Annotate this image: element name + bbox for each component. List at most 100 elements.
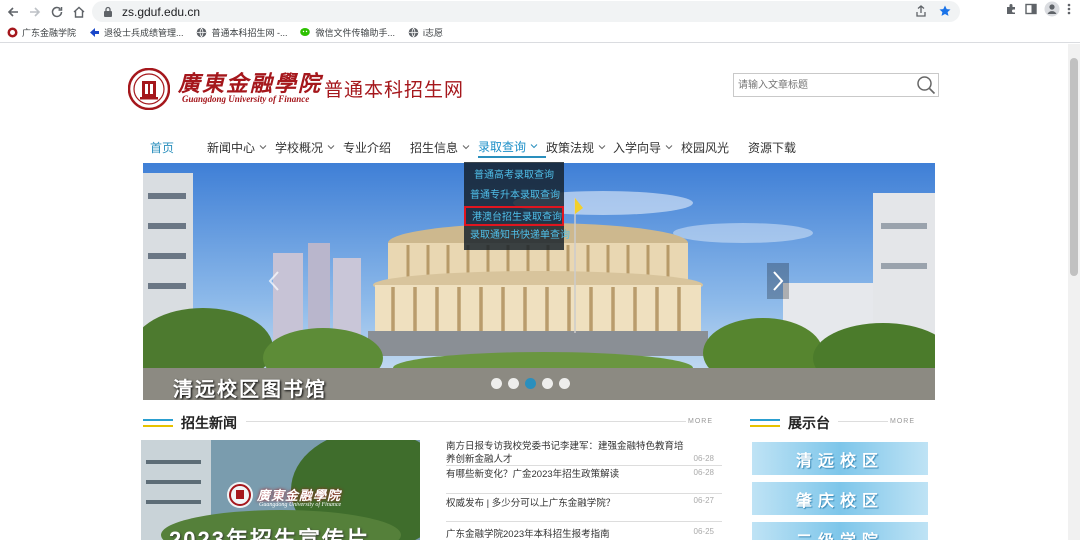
showcase-section-header: 展示台	[750, 413, 830, 433]
nav-majors[interactable]: 专业介绍	[343, 136, 410, 158]
dropdown-item-hmt-query[interactable]: 港澳台招生录取查询	[464, 206, 564, 226]
share-icon[interactable]	[914, 4, 928, 23]
news-section-header: 招生新闻	[143, 413, 237, 433]
chevron-down-icon	[530, 144, 538, 149]
news-date: 06-25	[693, 527, 714, 536]
dropdown-item-upgrade-query[interactable]: 普通专升本录取查询	[464, 186, 564, 206]
showcase-section-title: 展示台	[788, 415, 830, 431]
bookmark-item[interactable]: 广东金融学院	[6, 26, 76, 39]
nav-label: 新闻中心	[207, 140, 256, 155]
carousel-dot-active[interactable]	[525, 378, 536, 389]
chevron-left-icon	[268, 271, 279, 291]
profile-avatar-icon[interactable]	[1044, 1, 1060, 22]
news-image-caption: 2023年招生宣传片	[169, 527, 370, 540]
forward-icon[interactable]	[24, 1, 46, 23]
bookmarks-bar: 广东金融学院 退役士兵成绩管理... 普通本科招生网 -... 微信文件传输助手…	[0, 23, 1080, 43]
nav-label: 资源下载	[748, 140, 797, 155]
news-date: 06-28	[693, 468, 714, 477]
bookmark-item[interactable]: 退役士兵成绩管理...	[88, 26, 184, 39]
dropdown-item-notice-tracking[interactable]: 录取通知书快递单查询	[464, 226, 570, 246]
news-date: 06-28	[693, 454, 714, 463]
carousel-prev-button[interactable]	[263, 263, 285, 299]
news-title: 广东金融学院2023年本科招生报考指南	[446, 529, 610, 540]
news-item[interactable]: 有哪些新变化？广金2023年招生政策解读 06-28	[446, 466, 722, 494]
nav-enrollment-guide[interactable]: 入学向导	[613, 136, 681, 158]
search-input[interactable]	[734, 74, 904, 96]
university-logo-en: Guangdong University of Finance	[182, 94, 310, 104]
news-image-logo-en: Guangdong University of Finance	[259, 502, 342, 508]
bookmark-label: 普通本科招生网 -...	[211, 28, 288, 38]
main-nav: 首页 新闻中心 学校概况 专业介绍 招生信息 录取查询 政策法规 入学向导 校园…	[144, 136, 808, 158]
news-list: 南方日报专访我校党委书记李建军：建强金融特色教育培养创新金融人才 06-28 有…	[446, 440, 722, 540]
showcase-item-zhaoqing[interactable]: 肇庆校区	[752, 482, 928, 515]
carousel-next-button[interactable]	[767, 263, 789, 299]
bookmark-label: 微信文件传输助手...	[315, 28, 396, 38]
nav-home[interactable]: 首页	[144, 136, 207, 158]
page-scrollbar[interactable]	[1068, 44, 1080, 540]
nav-admission-query[interactable]: 录取查询	[478, 136, 546, 158]
showcase-item-colleges[interactable]: 二级学院	[752, 522, 928, 540]
showcase-item-qingyuan[interactable]: 清远校区	[752, 442, 928, 475]
university-emblem-icon[interactable]	[128, 68, 170, 110]
bookmark-item[interactable]: i志愿	[407, 26, 443, 39]
url-text: zs.gduf.edu.cn	[122, 4, 201, 19]
chevron-down-icon	[462, 145, 470, 150]
news-item[interactable]: 广东金融学院2023年本科招生报考指南 06-25	[446, 522, 722, 540]
admission-query-dropdown: 普通高考录取查询 普通专升本录取查询 港澳台招生录取查询 录取通知书快递单查询	[464, 162, 570, 250]
nav-policies[interactable]: 政策法规	[546, 136, 613, 158]
nav-downloads[interactable]: 资源下载	[748, 136, 808, 158]
news-feature-image[interactable]: 廣東金融學院 Guangdong University of Finance 2…	[141, 440, 420, 540]
bookmark-item[interactable]: 微信文件传输助手...	[299, 26, 396, 39]
nav-news-center[interactable]: 新闻中心	[207, 136, 275, 158]
search-box	[733, 73, 939, 97]
divider	[246, 421, 686, 422]
nav-label: 学校概况	[275, 140, 324, 155]
back-icon[interactable]	[2, 1, 24, 23]
web-page: 廣東金融學院 Guangdong University of Finance 普…	[0, 44, 1068, 540]
carousel-dot[interactable]	[491, 378, 502, 389]
school-icon	[6, 27, 18, 39]
nav-campus-scenery[interactable]: 校园风光	[681, 136, 748, 158]
carousel-dots	[491, 378, 570, 389]
carousel-dot[interactable]	[542, 378, 553, 389]
chevron-down-icon	[665, 145, 673, 150]
nav-label: 专业介绍	[343, 140, 392, 155]
dropdown-item-gaokao-query[interactable]: 普通高考录取查询	[464, 166, 564, 186]
news-title: 南方日报专访我校党委书记李建军：建强金融特色教育培养创新金融人才	[446, 441, 684, 465]
nav-label: 招生信息	[410, 140, 459, 155]
extensions-icon[interactable]	[1004, 2, 1018, 21]
scrollbar-thumb[interactable]	[1070, 58, 1078, 276]
browser-toolbar: zs.gduf.edu.cn	[0, 0, 1080, 23]
carousel-dot[interactable]	[559, 378, 570, 389]
bookmark-item[interactable]: 普通本科招生网 -...	[196, 26, 288, 39]
menu-icon[interactable]	[1066, 2, 1072, 21]
lock-icon	[102, 6, 114, 18]
news-date: 06-27	[693, 496, 714, 505]
reload-icon[interactable]	[46, 1, 68, 23]
nav-school-overview[interactable]: 学校概况	[275, 136, 343, 158]
nav-admission-info[interactable]: 招生信息	[410, 136, 478, 158]
showcase-more-link[interactable]: MORE	[890, 418, 915, 425]
news-title: 有哪些新变化？广金2023年招生政策解读	[446, 469, 620, 480]
bookmark-star-icon[interactable]	[938, 4, 952, 23]
site-title: 普通本科招生网	[324, 80, 465, 101]
address-bar[interactable]: zs.gduf.edu.cn	[92, 1, 960, 22]
banner-caption: 清远校区图书馆	[173, 379, 327, 400]
news-more-link[interactable]: MORE	[688, 418, 713, 425]
news-item[interactable]: 权威发布 | 多少分可以上广东金融学院？ 06-27	[446, 494, 722, 522]
nav-label: 首页	[150, 140, 175, 155]
globe-icon	[407, 27, 419, 39]
section-marker	[750, 419, 780, 427]
bookmark-label: 退役士兵成绩管理...	[104, 28, 184, 38]
nav-label: 入学向导	[613, 140, 662, 155]
search-icon[interactable]	[916, 75, 936, 95]
side-panel-icon[interactable]	[1024, 2, 1038, 21]
home-icon[interactable]	[68, 1, 90, 23]
divider	[838, 421, 888, 422]
carousel-dot[interactable]	[508, 378, 519, 389]
news-item[interactable]: 南方日报专访我校党委书记李建军：建强金融特色教育培养创新金融人才 06-28	[446, 440, 722, 466]
bookmark-label: i志愿	[423, 28, 444, 38]
wechat-icon	[299, 27, 312, 39]
arrow-icon	[88, 27, 100, 39]
section-marker	[143, 419, 173, 427]
